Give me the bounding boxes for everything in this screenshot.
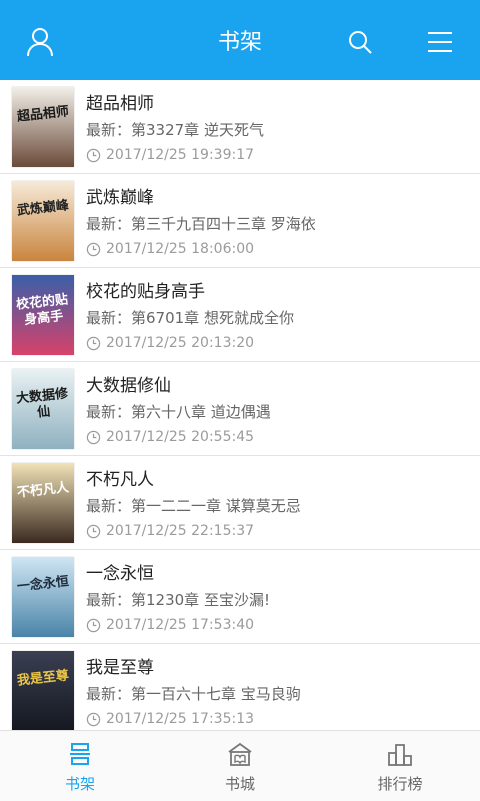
latest-chapter: 最新：第3327章 逆天死气: [86, 121, 264, 139]
book-row[interactable]: 超品相师 超品相师 最新：第3327章 逆天死气 2017/12/25 19:39:1…: [0, 80, 480, 174]
update-time: 2017/12/25 20:55:45: [86, 429, 254, 445]
book-cover-image[interactable]: 武炼巅峰: [12, 181, 74, 261]
book-row[interactable]: 一念永恒 一念永恒 最新：第1230章 至宝沙漏! 2017/12/25 17:53:…: [0, 550, 480, 644]
update-time-text: 2017/12/25 18:06:00: [106, 241, 255, 257]
update-time: 2017/12/25 17:35:13: [86, 711, 254, 727]
book-cover-lettering: 武炼巅峰: [16, 198, 70, 219]
update-time-text: 2017/12/25 17:35:13: [106, 711, 255, 727]
update-time: 2017/12/25 19:39:17: [86, 147, 254, 163]
clock-icon: [86, 148, 101, 162]
latest-chapter: 最新：第三千九百四十三章 罗海依: [86, 215, 316, 233]
page-title: 书架: [217, 30, 262, 55]
latest-chapter: 最新：第六十八章 道边偶遇: [86, 403, 271, 421]
tab-bookshelf[interactable]: 书架: [0, 731, 160, 801]
tab-label: 书架: [64, 775, 95, 793]
book-cover-lettering: 超品相师: [16, 104, 70, 125]
book-cover-image[interactable]: 不朽凡人: [12, 463, 74, 543]
search-icon: [349, 31, 372, 54]
book-row[interactable]: 校花的贴身高手 校花的贴身高手 最新：第6701章 想死就成全你 2017/12/25…: [0, 268, 480, 362]
book-cover-lettering: 校花的贴身高手: [15, 292, 69, 328]
tab-ranking[interactable]: 排行榜: [320, 731, 480, 801]
update-time: 2017/12/25 17:53:40: [86, 617, 254, 633]
tab-label: 书城: [224, 775, 255, 793]
book-cover-lettering: 不朽凡人: [16, 480, 70, 501]
latest-chapter: 最新：第6701章 想死就成全你: [86, 309, 294, 327]
book-cover-lettering: 大数据修仙: [15, 386, 69, 421]
clock-icon: [86, 242, 101, 256]
book-cover-image[interactable]: 一念永恒: [12, 557, 74, 637]
top-app-bar: 书架: [0, 0, 480, 80]
ranking-icon: [388, 744, 412, 766]
menu-icon: [428, 32, 452, 52]
clock-icon: [86, 336, 101, 350]
book-cover-image[interactable]: 大数据修仙: [12, 369, 74, 449]
book-title: 不朽凡人: [86, 470, 154, 490]
menu-button[interactable]: [418, 20, 462, 64]
tab-label: 排行榜: [377, 775, 423, 793]
bookshelf-icon: [70, 743, 90, 765]
latest-chapter: 最新：第一二二一章 谋算莫无忌: [86, 497, 301, 515]
update-time: 2017/12/25 20:13:20: [86, 335, 254, 351]
update-time: 2017/12/25 18:06:00: [86, 241, 254, 257]
book-title: 大数据修仙: [86, 376, 171, 396]
book-title: 我是至尊: [86, 658, 154, 678]
update-time-text: 2017/12/25 20:13:20: [106, 335, 255, 351]
latest-chapter: 最新：第1230章 至宝沙漏!: [86, 591, 270, 609]
update-time-text: 2017/12/25 19:39:17: [106, 147, 255, 163]
book-cover-lettering: 一念永恒: [16, 574, 70, 595]
book-title: 一念永恒: [86, 564, 154, 584]
bookshelf-list[interactable]: 超品相师 超品相师 最新：第3327章 逆天死气 2017/12/25 19:39:1…: [0, 80, 480, 730]
book-row[interactable]: 不朽凡人 不朽凡人 最新：第一二二一章 谋算莫无忌 2017/12/25 22:15:…: [0, 456, 480, 550]
bookstore-icon: [228, 742, 252, 766]
book-cover-image[interactable]: 超品相师: [12, 87, 74, 167]
bottom-tab-bar: 书架 书城 排行榜: [0, 730, 480, 801]
update-time: 2017/12/25 22:15:37: [86, 523, 254, 539]
clock-icon: [86, 524, 101, 538]
update-time-text: 2017/12/25 22:15:37: [106, 523, 255, 539]
book-row[interactable]: 大数据修仙 大数据修仙 最新：第六十八章 道边偶遇 2017/12/25 20:55:…: [0, 362, 480, 456]
latest-chapter: 最新：第一百六十七章 宝马良驹: [86, 685, 301, 703]
book-title: 校花的贴身高手: [86, 282, 205, 302]
search-button[interactable]: [338, 20, 382, 64]
book-cover-lettering: 我是至尊: [16, 668, 70, 689]
book-row[interactable]: 武炼巅峰 武炼巅峰 最新：第三千九百四十三章 罗海依 2017/12/25 18:06…: [0, 174, 480, 268]
clock-icon: [86, 618, 101, 632]
tab-bookstore[interactable]: 书城: [160, 731, 320, 801]
update-time-text: 2017/12/25 20:55:45: [106, 429, 255, 445]
book-cover-image[interactable]: 我是至尊: [12, 651, 74, 730]
clock-icon: [86, 712, 101, 726]
book-cover-image[interactable]: 校花的贴身高手: [12, 275, 74, 355]
book-title: 武炼巅峰: [86, 188, 154, 208]
book-row[interactable]: 我是至尊 我是至尊 最新：第一百六十七章 宝马良驹 2017/12/25 17:35:…: [0, 644, 480, 730]
book-title: 超品相师: [86, 94, 154, 114]
update-time-text: 2017/12/25 17:53:40: [106, 617, 255, 633]
clock-icon: [86, 430, 101, 444]
